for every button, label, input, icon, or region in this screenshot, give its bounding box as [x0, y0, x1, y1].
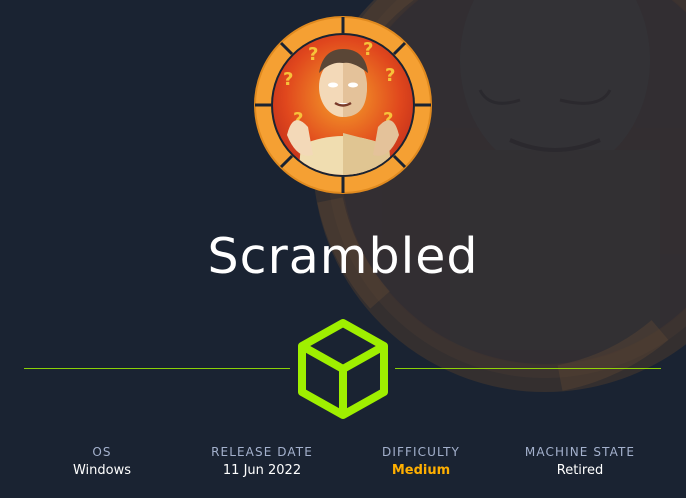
stat-value: Windows — [72, 463, 132, 478]
stat-release-date: RELEASE DATE 11 Jun 2022 — [211, 445, 313, 478]
stat-difficulty: DIFFICULTY Medium — [382, 445, 460, 478]
avatar-icon: ? ? ? ? ? ? — [254, 16, 432, 194]
stat-value: 11 Jun 2022 — [222, 463, 302, 478]
divider-left — [24, 368, 290, 369]
stat-machine-state: MACHINE STATE Retired — [525, 445, 635, 478]
svg-text:?: ? — [308, 44, 318, 65]
machine-stats: OS Windows RELEASE DATE 11 Jun 2022 DIFF… — [0, 445, 686, 485]
cube-icon — [296, 318, 390, 420]
stat-value-difficulty: Medium — [391, 463, 451, 478]
machine-title: Scrambled — [207, 228, 479, 285]
stat-label: RELEASE DATE — [211, 445, 313, 459]
machine-card: ? ? ? ? ? ? Scrambled OS Windows RELEASE… — [0, 0, 686, 498]
svg-text:?: ? — [385, 65, 395, 86]
svg-text:?: ? — [283, 69, 293, 90]
stat-value: Retired — [556, 463, 604, 478]
stat-label: OS — [92, 445, 112, 459]
svg-text:?: ? — [363, 39, 373, 60]
stat-label: MACHINE STATE — [524, 445, 636, 459]
machine-avatar: ? ? ? ? ? ? — [253, 15, 433, 195]
stat-os: OS Windows — [73, 445, 131, 478]
divider-right — [395, 368, 661, 369]
stat-label: DIFFICULTY — [382, 445, 460, 459]
